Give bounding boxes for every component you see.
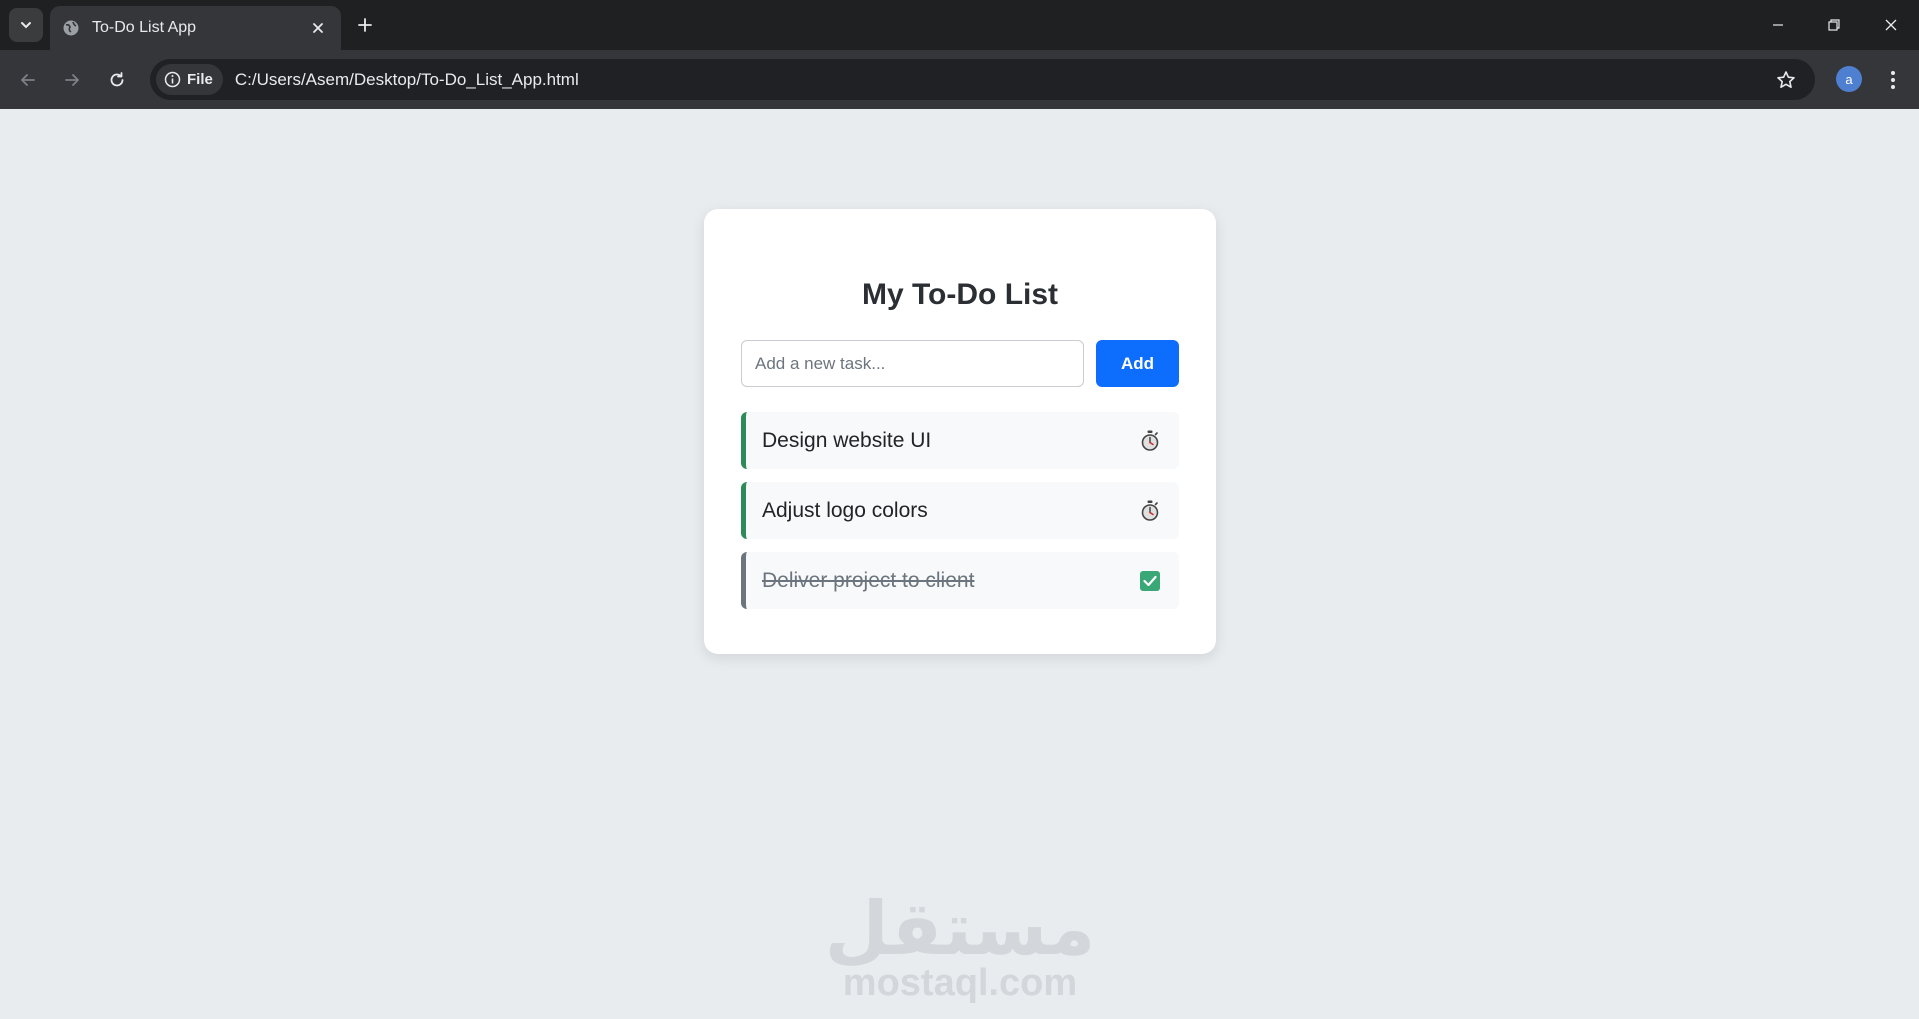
arrow-right-icon	[65, 74, 79, 86]
add-task-row: Add	[741, 340, 1179, 387]
todo-card: My To-Do List Add Design website UI	[704, 209, 1216, 654]
page-viewport: My To-Do List Add Design website UI	[0, 109, 1919, 1019]
site-info-chip[interactable]: File	[156, 64, 223, 95]
arrow-left-icon	[21, 74, 35, 86]
task-item[interactable]: Design website UI	[741, 412, 1179, 469]
page-title: My To-Do List	[861, 278, 1059, 311]
window-close-button[interactable]	[1871, 10, 1911, 40]
watermark-logo: مستقل mostaql.com	[820, 889, 1100, 1003]
reload-button[interactable]	[101, 64, 133, 96]
checkmark-box-icon[interactable]	[1137, 568, 1163, 594]
bookmark-star-icon[interactable]	[1771, 65, 1801, 95]
stopwatch-icon[interactable]	[1137, 428, 1163, 454]
add-task-button[interactable]: Add	[1096, 340, 1179, 387]
restore-icon	[1828, 19, 1840, 31]
task-text: Adjust logo colors	[762, 498, 928, 522]
task-item[interactable]: Adjust logo colors	[741, 482, 1179, 539]
kebab-menu-icon	[1891, 71, 1895, 89]
task-item-completed[interactable]: Deliver project to client	[741, 552, 1179, 609]
new-tab-button[interactable]	[352, 12, 378, 38]
task-list: Design website UI Adjust logo colors Del…	[741, 412, 1179, 609]
watermark-latin: mostaql.com	[842, 962, 1078, 1004]
close-icon	[1885, 19, 1897, 31]
new-task-input[interactable]	[741, 340, 1084, 387]
restore-button[interactable]	[1814, 10, 1854, 40]
tab-title: To-Do List App	[92, 19, 197, 36]
task-text: Design website UI	[762, 428, 932, 452]
browser-tabstrip: To-Do List App	[0, 0, 1919, 50]
minimize-button[interactable]	[1758, 10, 1798, 40]
tab-search-button[interactable]	[9, 8, 43, 42]
plus-icon	[358, 18, 372, 32]
stopwatch-icon[interactable]	[1137, 498, 1163, 524]
chevron-down-icon	[21, 22, 31, 29]
back-button[interactable]	[12, 64, 44, 96]
info-icon	[164, 71, 181, 88]
tab-close-icon[interactable]	[307, 17, 329, 39]
site-chip-label: File	[187, 71, 213, 88]
browser-toolbar: File C:/Users/Asem/Desktop/To-Do_List_Ap…	[0, 50, 1919, 109]
globe-icon	[62, 19, 80, 37]
forward-button[interactable]	[56, 64, 88, 96]
profile-avatar[interactable]: a	[1836, 66, 1862, 92]
reload-icon	[110, 72, 124, 87]
browser-menu-button[interactable]	[1880, 64, 1906, 96]
url-text[interactable]: C:/Users/Asem/Desktop/To-Do_List_App.htm…	[235, 70, 1771, 90]
browser-tab-active[interactable]: To-Do List App	[50, 6, 341, 50]
address-bar[interactable]: File C:/Users/Asem/Desktop/To-Do_List_Ap…	[150, 59, 1815, 100]
task-text: Deliver project to client	[762, 568, 975, 592]
watermark-arabic: مستقل	[824, 886, 1096, 972]
minimize-icon	[1773, 24, 1783, 26]
